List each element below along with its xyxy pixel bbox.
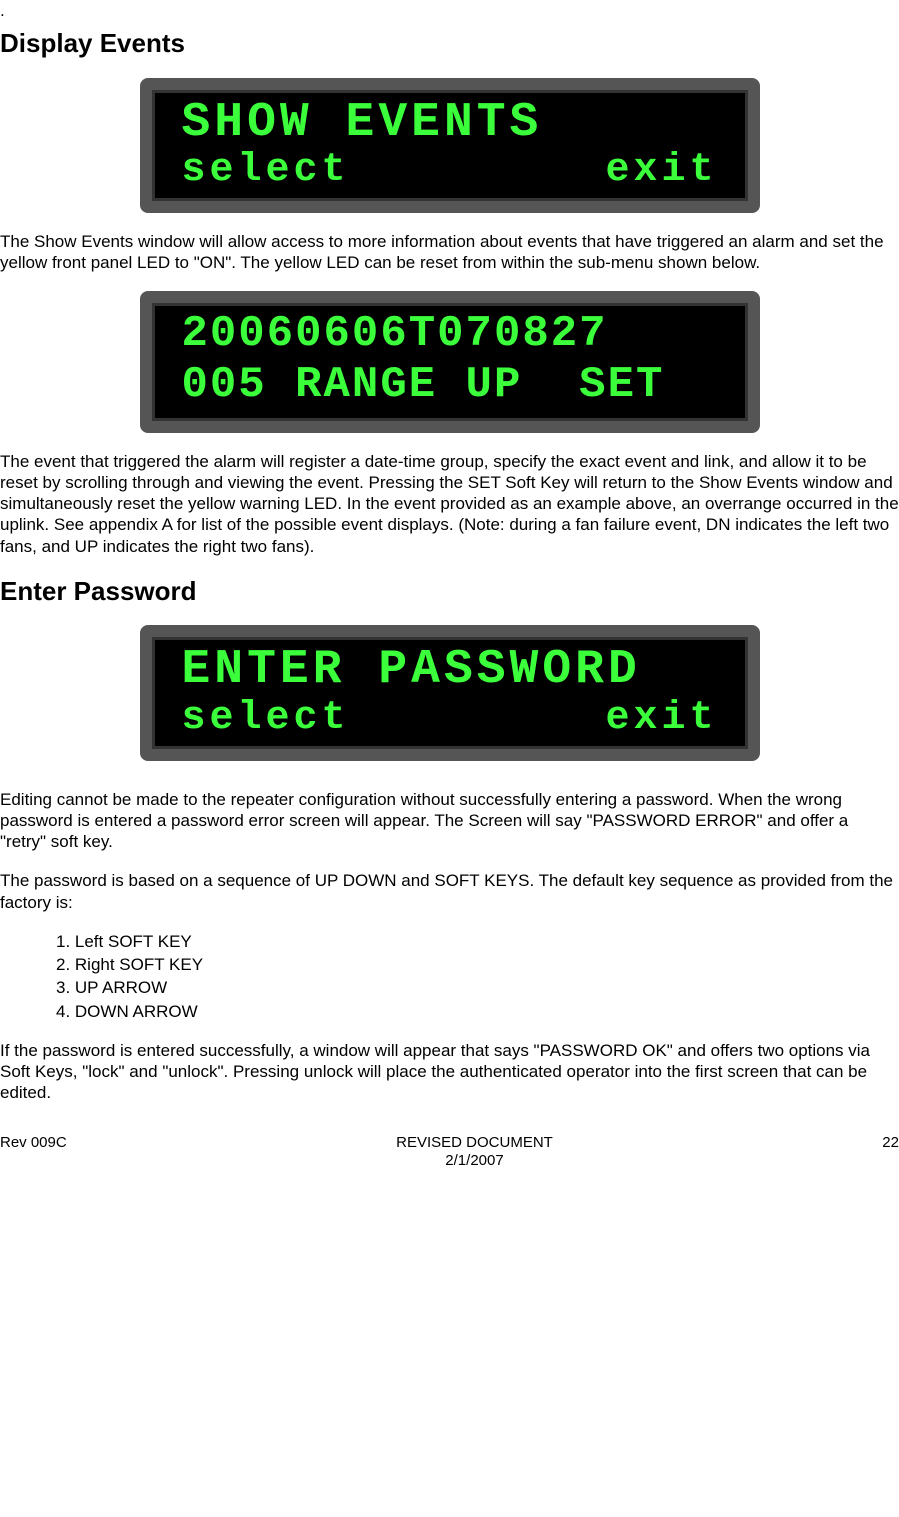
password-key-list: 1. Left SOFT KEY 2. Right SOFT KEY 3. UP… (56, 931, 899, 1022)
list-item: 4. DOWN ARROW (56, 1001, 899, 1022)
list-item: 3. UP ARROW (56, 977, 899, 998)
paragraph-event-detail: The event that triggered the alarm will … (0, 451, 899, 557)
footer-rev: Rev 009C (0, 1134, 67, 1172)
lcd-show-events: SHOW EVENTS select exit (0, 78, 899, 213)
paragraph-password-sequence: The password is based on a sequence of U… (0, 870, 899, 913)
lcd-event-detail: 20060606T070827 005 RANGE UP SET (0, 291, 899, 432)
footer-page-number: 22 (882, 1134, 899, 1172)
paragraph-password-intro: Editing cannot be made to the repeater c… (0, 789, 899, 853)
paragraph-password-ok: If the password is entered successfully,… (0, 1040, 899, 1104)
lcd-timestamp: 20060606T070827 (182, 309, 718, 360)
stray-period: . (0, 0, 899, 21)
lcd-line1: ENTER PASSWORD (182, 643, 718, 698)
lcd-event-line: 005 RANGE UP SET (182, 360, 718, 411)
footer-date: 2/1/2007 (396, 1152, 553, 1171)
lcd-enter-password: ENTER PASSWORD select exit (0, 625, 899, 760)
lcd-softkey-left: select (182, 699, 350, 739)
paragraph-show-events: The Show Events window will allow access… (0, 231, 899, 274)
heading-display-events: Display Events (0, 27, 899, 60)
footer-title: REVISED DOCUMENT (396, 1134, 553, 1153)
lcd-softkey-right: exit (605, 699, 717, 739)
lcd-line1: SHOW EVENTS (182, 96, 718, 151)
page-footer: Rev 009C REVISED DOCUMENT 2/1/2007 22 (0, 1134, 899, 1172)
list-item: 1. Left SOFT KEY (56, 931, 899, 952)
lcd-softkey-right: exit (605, 151, 717, 191)
lcd-softkey-left: select (182, 151, 350, 191)
list-item: 2. Right SOFT KEY (56, 954, 899, 975)
heading-enter-password: Enter Password (0, 575, 899, 608)
